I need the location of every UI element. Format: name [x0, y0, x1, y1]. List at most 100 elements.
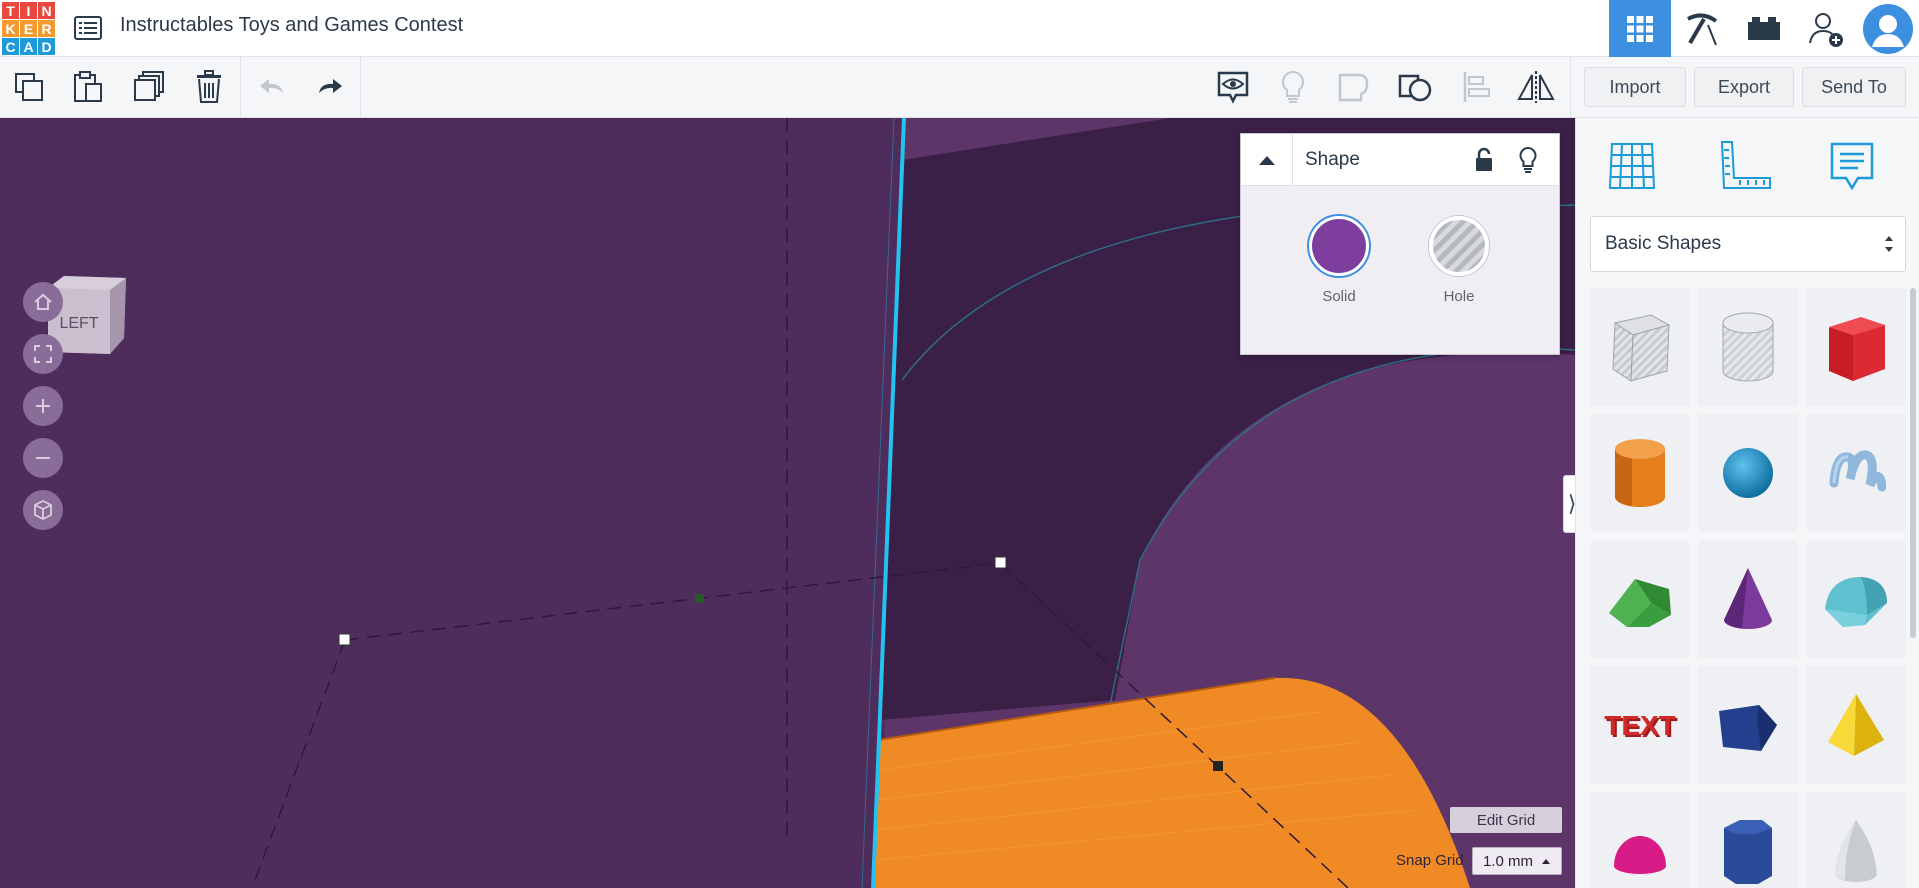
3d-design-view-button[interactable]: [1609, 0, 1671, 57]
shape-box[interactable]: [1806, 288, 1906, 406]
fit-view-icon: [34, 345, 52, 363]
bricks-view-button[interactable]: [1733, 0, 1795, 57]
export-button[interactable]: Export: [1694, 67, 1794, 107]
hide-shape-button[interactable]: [1515, 146, 1541, 174]
shape-category-select[interactable]: Basic Shapes: [1590, 216, 1906, 272]
shape-paraboloid[interactable]: [1806, 792, 1906, 888]
shape-pyramid[interactable]: [1806, 666, 1906, 784]
shape-cone[interactable]: [1698, 540, 1798, 658]
shape-text[interactable]: TEXT TEXT: [1590, 666, 1690, 784]
fit-view-button[interactable]: [23, 334, 63, 374]
shape-roof[interactable]: [1590, 540, 1690, 658]
grid-view-icon: [1627, 15, 1653, 42]
ruler-tab[interactable]: [1716, 136, 1776, 196]
design-list-button[interactable]: [72, 12, 104, 44]
snap-grid-select[interactable]: 1.0 mm: [1472, 847, 1562, 875]
mirror-icon: [1517, 71, 1555, 103]
half-sphere-icon: [1614, 836, 1666, 874]
invite-button[interactable]: [1795, 0, 1857, 57]
shape-inspector-header: Shape: [1241, 134, 1559, 186]
duplicate-icon: [134, 71, 164, 101]
wedge-icon: [1719, 705, 1777, 751]
ungroup-icon: [1398, 74, 1432, 102]
shape-category-value: Basic Shapes: [1605, 233, 1722, 254]
align-button[interactable]: [1456, 67, 1496, 107]
show-all-button[interactable]: [1213, 67, 1253, 107]
avatar-icon: [1863, 3, 1913, 54]
paste-button[interactable]: [68, 67, 108, 107]
midpoint-handle[interactable]: [695, 594, 704, 603]
caret-up-icon: [1542, 859, 1551, 864]
sphere-icon: [1723, 448, 1773, 498]
cylinder-hole-icon: [1722, 312, 1774, 382]
solid-color-swatch[interactable]: [1309, 216, 1369, 276]
copy-button[interactable]: [9, 67, 49, 107]
shape-scribble[interactable]: [1806, 414, 1906, 532]
light-bulb-button[interactable]: [1273, 67, 1313, 107]
lock-button[interactable]: [1471, 146, 1497, 174]
mirror-button[interactable]: [1516, 67, 1556, 107]
snap-grid-label: Snap Grid: [1396, 852, 1464, 869]
shape-box-hole[interactable]: [1590, 288, 1690, 406]
edit-grid-button[interactable]: Edit Grid: [1450, 807, 1562, 833]
shape-sphere[interactable]: [1698, 414, 1798, 532]
unlock-icon: [1476, 147, 1492, 171]
zoom-in-button[interactable]: [23, 386, 63, 426]
blocks-view-button[interactable]: [1671, 0, 1733, 57]
logo-letter: D: [38, 38, 55, 55]
ungroup-button[interactable]: [1395, 67, 1435, 107]
box-hole-icon: [1612, 314, 1671, 382]
resize-handle[interactable]: [994, 556, 1007, 569]
undo-icon: [260, 79, 283, 93]
perspective-toggle-button[interactable]: [23, 490, 63, 530]
shape-round-roof[interactable]: [1806, 540, 1906, 658]
polygon-icon: [1724, 820, 1772, 884]
solid-label: Solid: [1322, 288, 1356, 305]
logo-letter: N: [38, 2, 55, 19]
import-button[interactable]: Import: [1584, 67, 1686, 107]
cylinder-icon: [1615, 439, 1665, 507]
shape-polygon[interactable]: [1698, 792, 1798, 888]
shape-half-sphere[interactable]: [1590, 792, 1690, 888]
delete-button[interactable]: [189, 67, 229, 107]
bricks-icon: [1748, 16, 1780, 40]
solid-option[interactable]: Solid: [1299, 216, 1379, 305]
copy-icon: [15, 73, 43, 101]
corner-handle[interactable]: [1213, 761, 1223, 771]
add-user-icon: [1809, 12, 1843, 47]
toolbar-separator: [1570, 57, 1571, 118]
send-to-button[interactable]: Send To: [1802, 67, 1906, 107]
box-icon: [1829, 317, 1885, 381]
scribble-icon: [1829, 450, 1886, 492]
user-avatar-button[interactable]: [1857, 0, 1919, 57]
list-icon: [74, 16, 102, 40]
tinkercad-logo[interactable]: TIN KER CAD: [2, 2, 56, 55]
shape-cylinder[interactable]: [1590, 414, 1690, 532]
logo-letter: C: [2, 38, 19, 55]
home-icon: [34, 293, 52, 310]
notes-tab[interactable]: [1822, 136, 1882, 196]
hole-option[interactable]: Hole: [1419, 216, 1499, 305]
resize-handle[interactable]: [338, 633, 351, 646]
logo-letter: A: [20, 38, 37, 55]
hole-swatch[interactable]: [1429, 216, 1489, 276]
shape-wedge[interactable]: [1698, 666, 1798, 784]
toolbar-separator: [240, 57, 241, 118]
duplicate-button[interactable]: [129, 67, 169, 107]
shapes-scrollbar[interactable]: [1910, 288, 1916, 638]
svg-text:TEXT: TEXT: [1604, 710, 1676, 741]
shape-cylinder-hole[interactable]: [1698, 288, 1798, 406]
workplane-tab[interactable]: [1602, 136, 1662, 196]
logo-letter: I: [20, 2, 37, 19]
workplane-grid-icon: [1608, 143, 1656, 189]
collapse-panel-button[interactable]: [1241, 134, 1293, 186]
redo-button[interactable]: [310, 67, 350, 107]
home-view-button[interactable]: [23, 282, 63, 322]
zoom-out-button[interactable]: [23, 438, 63, 478]
undo-button[interactable]: [252, 67, 292, 107]
group-button[interactable]: [1334, 67, 1374, 107]
redo-icon: [319, 79, 342, 93]
zoom-in-icon: [36, 399, 50, 413]
design-title[interactable]: Instructables Toys and Games Contest: [120, 14, 463, 37]
logo-letter: K: [2, 20, 19, 37]
